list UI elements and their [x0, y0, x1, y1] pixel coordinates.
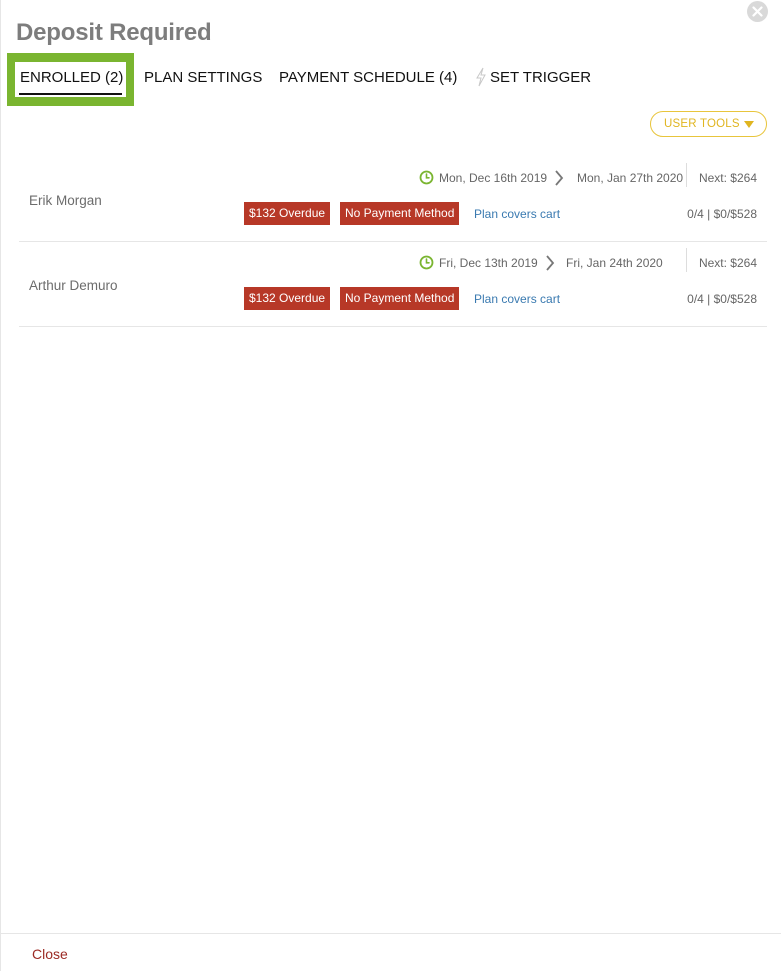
divider — [686, 248, 687, 272]
tab-set-trigger[interactable]: SET TRIGGER — [490, 69, 591, 86]
enrollee-row: Arthur Demuro Fri, Dec 13th 2019 Fri, Ja… — [19, 242, 767, 327]
bolt-icon — [476, 67, 486, 87]
overdue-badge: $132 Overdue — [244, 287, 331, 310]
chevron-right-icon — [546, 255, 555, 271]
plan-covers-cart-link[interactable]: Plan covers cart — [474, 207, 560, 221]
close-icon[interactable] — [747, 1, 768, 22]
no-payment-method-badge: No Payment Method — [340, 287, 460, 310]
chevron-right-icon — [555, 170, 564, 186]
tab-bar: ENROLLED (2) PLAN SETTINGS PAYMENT SCHED… — [1, 53, 781, 106]
tab-active-underline — [19, 93, 122, 95]
enrollee-name[interactable]: Arthur Demuro — [29, 278, 118, 293]
payment-progress: 0/4 | $0/$528 — [687, 292, 757, 306]
tab-plan-settings[interactable]: PLAN SETTINGS — [144, 69, 262, 86]
tab-enrolled-label: ENROLLED (2) — [20, 69, 124, 86]
enrollee-name[interactable]: Erik Morgan — [29, 193, 102, 208]
start-date: Mon, Dec 16th 2019 — [439, 171, 548, 185]
close-button[interactable]: Close — [32, 946, 68, 962]
deposit-modal: Deposit Required ENROLLED (2) PLAN SETTI… — [0, 0, 781, 971]
no-payment-method-badge: No Payment Method — [340, 202, 460, 225]
payment-progress: 0/4 | $0/$528 — [687, 207, 757, 221]
next-payment: Next: $264 — [698, 256, 757, 270]
tab-enrolled-inner: ENROLLED (2) — [15, 62, 126, 97]
tab-enrolled[interactable]: ENROLLED (2) — [7, 53, 134, 106]
page-title: Deposit Required — [16, 19, 212, 46]
user-tools-label: USER TOOLS — [664, 118, 740, 130]
overdue-badge: $132 Overdue — [244, 202, 331, 225]
divider — [686, 163, 687, 187]
end-date: Mon, Jan 27th 2020 — [577, 171, 684, 185]
start-date: Fri, Dec 13th 2019 — [439, 256, 538, 270]
end-date: Fri, Jan 24th 2020 — [566, 256, 663, 270]
clock-icon — [419, 255, 434, 270]
clock-icon — [419, 170, 434, 185]
next-payment: Next: $264 — [698, 171, 757, 185]
user-tools-dropdown[interactable]: USER TOOLS — [650, 111, 767, 137]
caret-down-icon — [744, 121, 754, 128]
tab-payment-schedule[interactable]: PAYMENT SCHEDULE (4) — [279, 69, 457, 86]
enrollee-row: Erik Morgan Mon, Dec 16th 2019 Mon, Jan … — [19, 157, 767, 242]
plan-covers-cart-link[interactable]: Plan covers cart — [474, 292, 560, 306]
modal-footer: Close — [1, 933, 781, 971]
